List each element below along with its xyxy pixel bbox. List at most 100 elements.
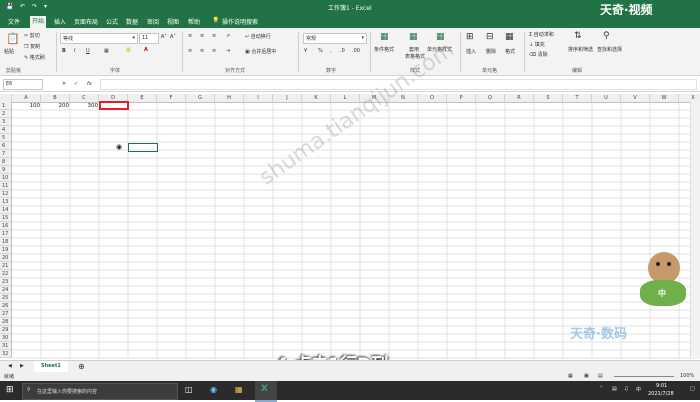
- indent-icon[interactable]: ⇥: [226, 48, 230, 54]
- conditional-format-icon[interactable]: ▦: [380, 32, 389, 42]
- format-cells-button[interactable]: 格式: [505, 48, 515, 55]
- percent-icon[interactable]: %: [318, 48, 323, 54]
- row-header-21[interactable]: 21: [0, 262, 12, 270]
- border-icon[interactable]: ▦: [104, 48, 109, 54]
- add-sheet-button[interactable]: ⊕: [78, 362, 85, 371]
- font-size-select[interactable]: 11: [139, 33, 159, 44]
- column-header-w[interactable]: W: [650, 94, 679, 103]
- column-header-o[interactable]: O: [418, 94, 447, 103]
- row-header-27[interactable]: 27: [0, 310, 12, 318]
- bold-button[interactable]: B: [62, 48, 66, 54]
- format-painter-button[interactable]: ✎ 格式刷: [24, 54, 45, 61]
- column-header-t[interactable]: T: [563, 94, 592, 103]
- column-header-e[interactable]: E: [128, 94, 157, 103]
- autosum-button[interactable]: Σ 自动求和: [529, 31, 554, 38]
- increase-font-icon[interactable]: A˄: [161, 34, 167, 40]
- view-layout-icon[interactable]: ▣: [584, 373, 589, 379]
- row-header-30[interactable]: 30: [0, 334, 12, 342]
- row-header-13[interactable]: 13: [0, 198, 12, 206]
- tab-review[interactable]: 审阅: [145, 17, 161, 26]
- paste-icon[interactable]: 📋: [6, 32, 20, 45]
- tab-next-icon[interactable]: ▶: [20, 363, 24, 369]
- tab-home[interactable]: 开始: [30, 16, 47, 28]
- row-header-3[interactable]: 3: [0, 118, 12, 126]
- row-header-24[interactable]: 24: [0, 286, 12, 294]
- tab-data[interactable]: 数据: [124, 17, 140, 26]
- tab-help[interactable]: 帮助: [186, 17, 202, 26]
- table-format-line1[interactable]: 套用: [409, 46, 419, 53]
- font-color-icon[interactable]: A: [144, 47, 148, 53]
- save-icon[interactable]: 💾: [6, 3, 13, 10]
- column-header-k[interactable]: K: [302, 94, 331, 103]
- column-header-g[interactable]: G: [186, 94, 215, 103]
- clear-button[interactable]: ⌫ 清除: [529, 51, 548, 58]
- row-header-18[interactable]: 18: [0, 238, 12, 246]
- row-header-11[interactable]: 11: [0, 182, 12, 190]
- paste-button[interactable]: 粘贴: [4, 48, 14, 55]
- tab-view[interactable]: 视图: [165, 17, 181, 26]
- increase-decimal-icon[interactable]: .0: [340, 48, 345, 54]
- row-header-8[interactable]: 8: [0, 158, 12, 166]
- explorer-icon[interactable]: ▦: [235, 385, 243, 394]
- tell-me-search[interactable]: 操作说明搜索: [220, 17, 260, 26]
- tray-chevron-icon[interactable]: ˄: [600, 386, 603, 392]
- ime-icon[interactable]: 中: [636, 386, 641, 393]
- column-header-v[interactable]: V: [621, 94, 650, 103]
- align-top-icon[interactable]: ≡: [188, 33, 192, 39]
- row-header-14[interactable]: 14: [0, 206, 12, 214]
- view-break-icon[interactable]: ▤: [598, 373, 603, 379]
- row-header-5[interactable]: 5: [0, 134, 12, 142]
- row-header-15[interactable]: 15: [0, 214, 12, 222]
- conditional-format-button[interactable]: 条件格式: [374, 46, 394, 53]
- find-select-button[interactable]: 查找和选择: [597, 46, 622, 53]
- row-header-32[interactable]: 32: [0, 350, 12, 358]
- fill-button[interactable]: ↓ 填充: [529, 41, 545, 48]
- sort-filter-icon[interactable]: ⇅: [574, 31, 582, 41]
- taskbar-search[interactable]: ⚲ 在这里输入你要搜索的内容: [22, 383, 178, 400]
- excel-taskbar-button[interactable]: X: [255, 381, 277, 402]
- table-format-icon[interactable]: ▦: [409, 32, 418, 42]
- row-header-12[interactable]: 12: [0, 190, 12, 198]
- redo-icon[interactable]: ↷: [32, 3, 37, 10]
- cut-button[interactable]: ✂ 剪切: [24, 32, 40, 39]
- wrap-text-button[interactable]: ↵ 自动换行: [245, 33, 271, 40]
- view-normal-icon[interactable]: ▦: [568, 373, 573, 379]
- row-header-19[interactable]: 19: [0, 246, 12, 254]
- sort-filter-button[interactable]: 排序和筛选: [568, 46, 593, 53]
- fx-button[interactable]: fx: [87, 81, 92, 87]
- vertical-scrollbar[interactable]: [690, 102, 700, 359]
- row-header-7[interactable]: 7: [0, 150, 12, 158]
- align-bottom-icon[interactable]: ≡: [212, 33, 216, 39]
- row-header-6[interactable]: 6: [0, 142, 12, 150]
- windows-start-icon[interactable]: ⊞: [6, 385, 14, 395]
- name-box[interactable]: E6: [3, 79, 43, 90]
- row-header-10[interactable]: 10: [0, 174, 12, 182]
- undo-icon[interactable]: ↶: [20, 3, 25, 10]
- enter-icon[interactable]: ✓: [74, 81, 78, 87]
- zoom-slider[interactable]: [614, 376, 674, 377]
- column-header-i[interactable]: I: [244, 94, 273, 103]
- cell-c1[interactable]: 300: [70, 102, 99, 110]
- cell-b1[interactable]: 200: [41, 102, 70, 110]
- row-header-1[interactable]: 1: [0, 102, 12, 110]
- row-header-25[interactable]: 25: [0, 294, 12, 302]
- fill-color-icon[interactable]: ▦: [126, 47, 131, 53]
- tab-formulas[interactable]: 公式: [104, 17, 120, 26]
- delete-cells-button[interactable]: 删除: [486, 48, 496, 55]
- comma-icon[interactable]: ,: [330, 48, 332, 54]
- align-center-icon[interactable]: ≡: [200, 48, 204, 54]
- column-header-r[interactable]: R: [505, 94, 534, 103]
- edge-icon[interactable]: ◉: [210, 385, 217, 394]
- row-header-9[interactable]: 9: [0, 166, 12, 174]
- row-header-4[interactable]: 4: [0, 126, 12, 134]
- row-header-17[interactable]: 17: [0, 230, 12, 238]
- insert-cells-button[interactable]: 插入: [466, 48, 476, 55]
- tab-prev-icon[interactable]: ◀: [8, 363, 12, 369]
- row-header-20[interactable]: 20: [0, 254, 12, 262]
- row-header-2[interactable]: 2: [0, 110, 12, 118]
- row-header-22[interactable]: 22: [0, 270, 12, 278]
- copy-button[interactable]: ❐ 复制: [24, 43, 40, 50]
- search-icon[interactable]: ⚲: [603, 31, 610, 41]
- column-header-s[interactable]: S: [534, 94, 563, 103]
- cancel-icon[interactable]: ✕: [62, 81, 66, 87]
